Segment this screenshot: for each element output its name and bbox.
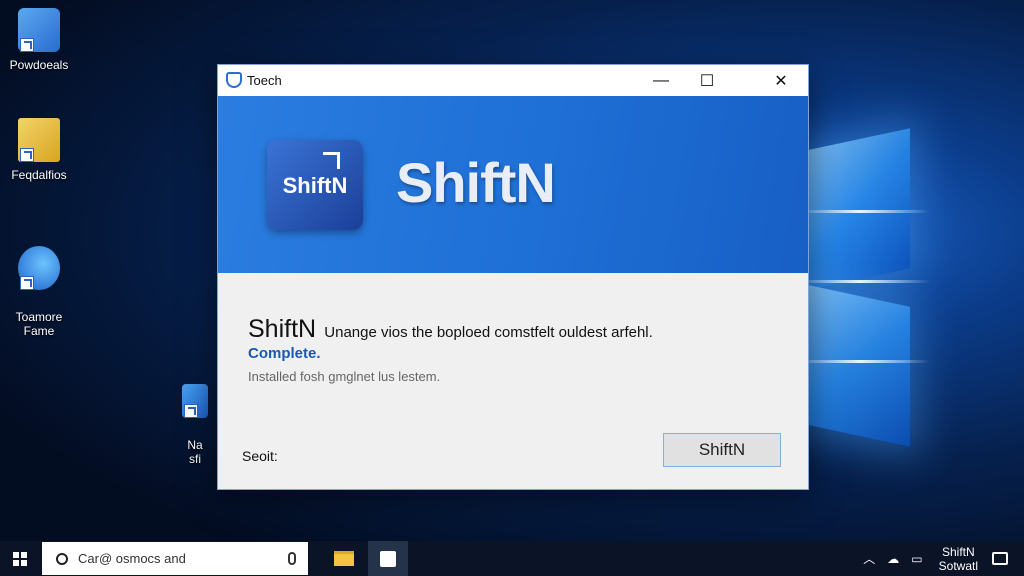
- clock-line-2: Sotwatl: [938, 558, 978, 573]
- window-title: Toech: [247, 73, 282, 88]
- sub-text: Installed fosh gmglnet lus lestem.: [248, 369, 441, 384]
- app-logo-text: ShiftN: [282, 173, 348, 198]
- search-icon: [56, 552, 68, 565]
- app-icon: [18, 8, 60, 52]
- title-bar[interactable]: Toech — ☐ ✕: [218, 65, 808, 96]
- start-button[interactable]: [0, 541, 40, 576]
- message-text: Unange vios the boploed comstfelt ouldes…: [324, 324, 653, 341]
- edge-icon: [18, 246, 60, 290]
- desktop-icon-label: Feqdalfios: [11, 168, 67, 182]
- message: ShiftN Unange vios the boploed comstfelt…: [248, 315, 653, 344]
- arrow-icon: [323, 152, 340, 169]
- notification-icon[interactable]: [992, 552, 1008, 565]
- close-button[interactable]: ✕: [758, 65, 804, 96]
- message-app-name: ShiftN: [248, 315, 317, 343]
- system-tray: ︿ ☁ ▭ ShiftN Sotwatl: [857, 541, 1024, 576]
- chevron-up-icon[interactable]: ︿: [863, 550, 875, 567]
- desktop-icon-3[interactable]: Toamore Fame: [0, 232, 84, 338]
- windows-icon: [13, 551, 27, 566]
- desktop-icon-1[interactable]: Powdoeals: [0, 8, 84, 72]
- maximize-button[interactable]: ☐: [684, 65, 730, 96]
- header-banner: ShiftN ShiftN: [218, 96, 808, 273]
- network-icon[interactable]: ☁: [887, 552, 899, 566]
- search-input[interactable]: Car@ osmocs and: [78, 551, 288, 566]
- bottom-label: Seoit:: [242, 448, 278, 464]
- taskbar: Car@ osmocs and ︿ ☁ ▭ ShiftN Sotwatl: [0, 541, 1024, 576]
- store-button[interactable]: [368, 541, 408, 576]
- microphone-icon[interactable]: [288, 552, 296, 565]
- desktop-icon-label: Powdoeals: [9, 58, 69, 72]
- desktop-icon-label: Toamore Fame: [15, 310, 63, 338]
- clock-line-1: ShiftN: [941, 544, 975, 559]
- folder-icon: [334, 551, 354, 566]
- banner-title: ShiftN: [396, 151, 556, 214]
- file-explorer-button[interactable]: [324, 541, 364, 576]
- desktop-icon-2[interactable]: Feqdalfios: [0, 118, 84, 182]
- battery-icon[interactable]: ▭: [911, 552, 922, 566]
- clock[interactable]: ShiftN Sotwatl: [939, 545, 978, 573]
- minimize-button[interactable]: —: [638, 65, 684, 96]
- folder-icon: [18, 118, 60, 162]
- store-icon: [380, 550, 396, 567]
- app-logo-tile: ShiftN: [267, 140, 363, 230]
- status-text: Complete.: [248, 345, 321, 362]
- app-icon: [182, 384, 208, 418]
- dialog-content: ShiftN Unange vios the boploed comstfelt…: [218, 273, 808, 489]
- shield-icon: [226, 72, 242, 88]
- shiftn-button[interactable]: ShiftN: [663, 433, 781, 467]
- desktop-icon-label: Na sfi: [187, 438, 203, 466]
- installer-dialog: Toech — ☐ ✕ ShiftN ShiftN ShiftN Unange …: [217, 64, 809, 490]
- search-box[interactable]: Car@ osmocs and: [42, 542, 308, 575]
